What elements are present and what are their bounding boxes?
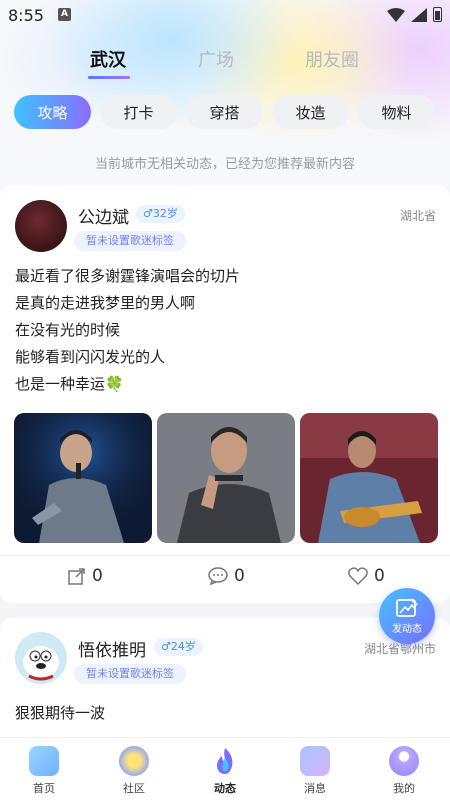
- tab-square[interactable]: 广场: [198, 46, 234, 72]
- status-bar: 8:55 A: [0, 0, 450, 32]
- notice-text: 当前城市无相关动态，已经为您推荐最新内容: [94, 157, 355, 172]
- tab-friends[interactable]: 朋友圈: [305, 46, 359, 72]
- post-card[interactable]: 公边斌 ♂32岁 暂未设置歌迷标签 湖北省 最近看了很多谢霆锋演唱会的切片 是真…: [0, 185, 450, 603]
- moments-icon: [217, 748, 233, 774]
- avatar[interactable]: [15, 200, 67, 252]
- avatar[interactable]: [15, 632, 67, 684]
- community-icon: [119, 746, 149, 776]
- fan-tag-badge: 暂未设置歌迷标签: [74, 664, 186, 684]
- signal-icon: [411, 7, 427, 22]
- nav-community[interactable]: 社区: [104, 746, 164, 796]
- post-actions: 0 0 0: [0, 555, 450, 595]
- active-tab-indicator: [88, 76, 130, 79]
- like-button[interactable]: 0: [348, 566, 385, 586]
- fan-tag-badge: 暂未设置歌迷标签: [74, 231, 186, 251]
- nav-label: 社区: [123, 782, 145, 795]
- nav-label: 动态: [214, 782, 236, 795]
- heart-icon: [348, 567, 368, 585]
- post-line: 最近看了很多谢霆锋演唱会的切片: [15, 267, 241, 285]
- nav-label: 首页: [33, 782, 55, 795]
- profile-icon: [389, 746, 419, 776]
- post-photo[interactable]: [157, 413, 295, 543]
- location-tabs: 武汉 广场 朋友圈: [0, 46, 450, 82]
- post-line: 在没有光的时候: [15, 321, 121, 339]
- chip-guide[interactable]: 攻略: [14, 95, 91, 129]
- category-chips: 攻略 打卡 穿搭 妆造 物料: [14, 95, 435, 129]
- nav-messages[interactable]: 消息: [285, 746, 345, 796]
- post-line: 能够看到闪闪发光的人: [15, 348, 166, 366]
- chip-checkin[interactable]: 打卡: [100, 95, 177, 129]
- notification-icon: A: [58, 8, 71, 21]
- post-content: 狠狠期待一波: [15, 704, 106, 722]
- status-time: 8:55: [8, 6, 44, 25]
- gender-age-badge: ♂24岁: [154, 638, 203, 656]
- chip-merch[interactable]: 物料: [358, 95, 435, 129]
- comment-count: 0: [234, 566, 245, 586]
- nav-profile[interactable]: 我的: [374, 746, 434, 796]
- post-card[interactable]: 悟依推明 ♂24岁 暂未设置歌迷标签 湖北省鄂州市 狠狠期待一波: [0, 618, 450, 748]
- tab-wuhan[interactable]: 武汉: [90, 46, 126, 72]
- post-location: 湖北省: [399, 209, 436, 223]
- chip-outfit[interactable]: 穿搭: [186, 95, 263, 129]
- comment-button[interactable]: 0: [208, 566, 245, 586]
- gender-age-badge: ♂32岁: [136, 205, 185, 223]
- chip-makeup[interactable]: 妆造: [272, 95, 349, 129]
- comment-icon: [208, 567, 228, 585]
- nav-moments[interactable]: 动态: [195, 746, 255, 796]
- post-line: 是真的走进我梦里的男人啊: [15, 294, 196, 312]
- share-count: 0: [92, 566, 103, 586]
- bottom-nav: 首页 社区 动态 消息 我的: [0, 737, 450, 800]
- battery-icon: [433, 7, 442, 22]
- like-count: 0: [374, 566, 385, 586]
- post-photo[interactable]: [300, 413, 438, 543]
- nav-label: 消息: [304, 782, 326, 795]
- fab-label: 发动态: [392, 624, 422, 635]
- share-icon: [68, 568, 85, 585]
- post-content: 最近看了很多谢霆锋演唱会的切片 是真的走进我梦里的男人啊 在没有光的时候 能够看…: [15, 263, 240, 398]
- edit-image-icon: [396, 598, 418, 617]
- post-line: 也是一种幸运🍀: [15, 375, 124, 393]
- post-moment-button[interactable]: 发动态: [379, 588, 435, 644]
- nav-label: 我的: [393, 782, 415, 795]
- home-icon: [29, 746, 59, 776]
- post-username[interactable]: 悟依推明: [78, 636, 146, 661]
- post-photo[interactable]: [14, 413, 152, 543]
- post-username[interactable]: 公边斌: [78, 203, 129, 228]
- post-photos: [14, 413, 438, 543]
- message-icon: [300, 746, 330, 776]
- wifi-icon: [387, 7, 405, 22]
- nav-home[interactable]: 首页: [14, 746, 74, 796]
- share-button[interactable]: 0: [68, 566, 103, 586]
